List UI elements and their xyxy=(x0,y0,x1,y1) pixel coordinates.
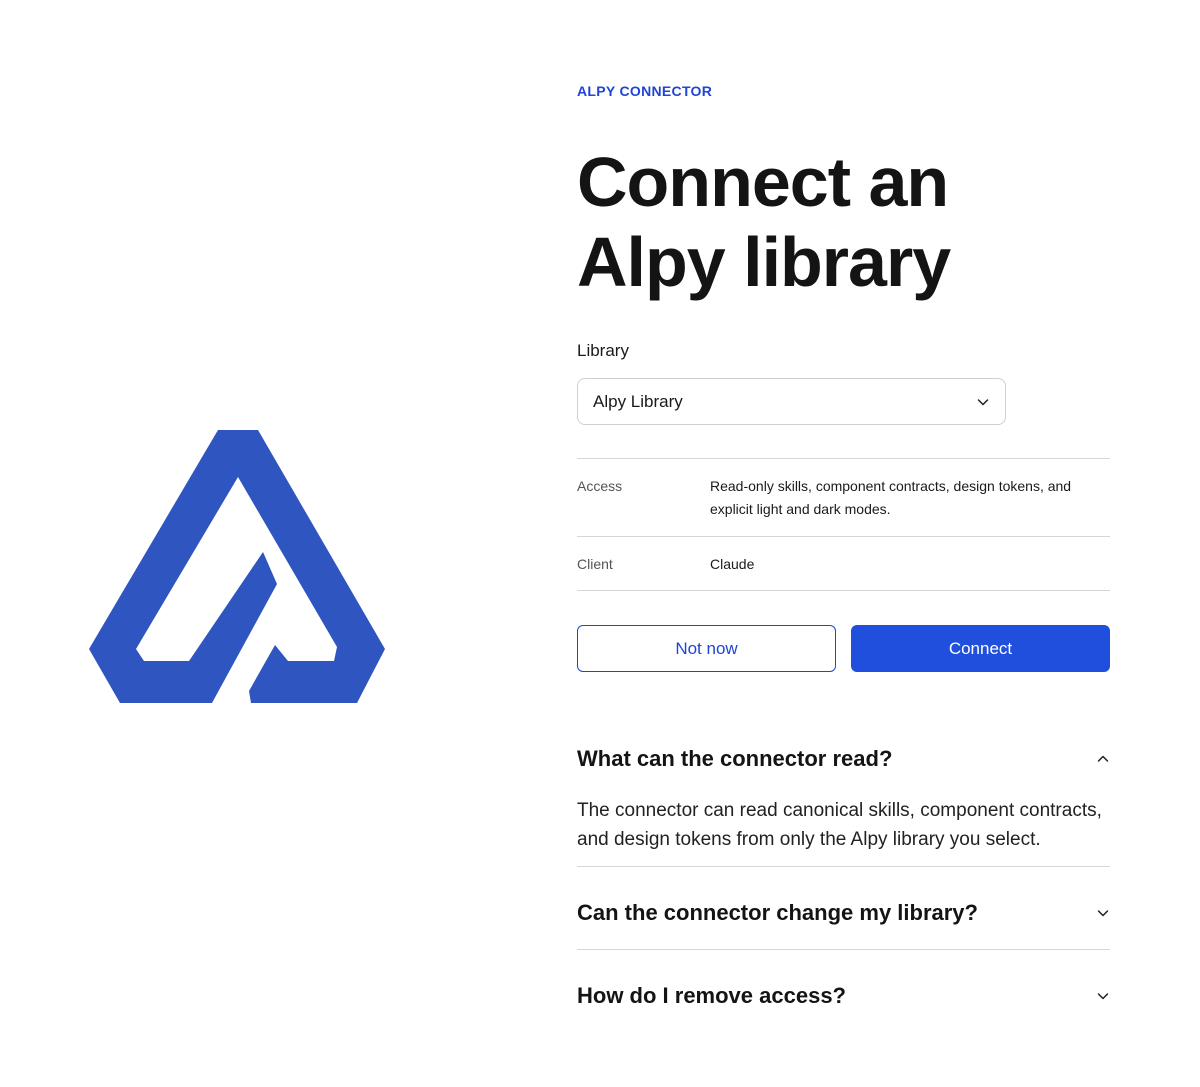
chevron-down-icon xyxy=(1097,910,1109,917)
detail-key-access: Access xyxy=(577,478,623,494)
alpy-logo xyxy=(88,429,386,705)
alpy-logo-mark xyxy=(89,430,385,703)
connector-page: ALPY CONNECTOR Connect an Alpy library L… xyxy=(0,0,1200,1087)
detail-value-client: Claude xyxy=(710,556,755,572)
detail-key-client: Client xyxy=(577,556,613,572)
library-label: Library xyxy=(577,341,629,360)
faq-toggle[interactable]: Can the connector change my library? xyxy=(577,899,1110,927)
detail-value-access: Read-only skills, component contracts, d… xyxy=(710,478,1072,517)
action-buttons: Not now Connect xyxy=(577,625,1110,672)
faq-item: Can the connector change my library? xyxy=(577,867,1110,950)
title-line-2: Alpy library xyxy=(577,223,951,301)
library-select-value: Alpy Library xyxy=(593,391,683,411)
title-line-1: Connect an xyxy=(577,143,949,221)
faq-question: What can the connector read? xyxy=(577,746,893,771)
chevron-down-icon xyxy=(1097,993,1109,1000)
faq-toggle[interactable]: What can the connector read? xyxy=(577,745,1110,773)
faq-question: How do I remove access? xyxy=(577,983,846,1008)
faq-item: What can the connector read? The connect… xyxy=(577,745,1110,867)
faq-item: How do I remove access? xyxy=(577,950,1110,1010)
eyebrow-label: ALPY CONNECTOR xyxy=(577,83,713,99)
details-table: Access Read-only skills, component contr… xyxy=(577,458,1110,591)
connect-button[interactable]: Connect xyxy=(851,625,1110,672)
page-title: Connect an Alpy library xyxy=(577,142,1110,302)
detail-row-client: Client Claude xyxy=(577,537,1110,591)
faq-list: What can the connector read? The connect… xyxy=(577,745,1110,1010)
faq-toggle[interactable]: How do I remove access? xyxy=(577,982,1110,1010)
faq-question: Can the connector change my library? xyxy=(577,900,978,925)
not-now-button[interactable]: Not now xyxy=(577,625,836,672)
library-select[interactable]: Alpy Library xyxy=(577,378,1006,425)
chevron-down-icon xyxy=(977,398,989,405)
connect-panel: ALPY CONNECTOR Connect an Alpy library L… xyxy=(577,82,1110,1010)
faq-answer: The connector can read canonical skills,… xyxy=(577,800,1102,850)
detail-row-access: Access Read-only skills, component contr… xyxy=(577,459,1110,537)
chevron-up-icon xyxy=(1097,755,1109,762)
